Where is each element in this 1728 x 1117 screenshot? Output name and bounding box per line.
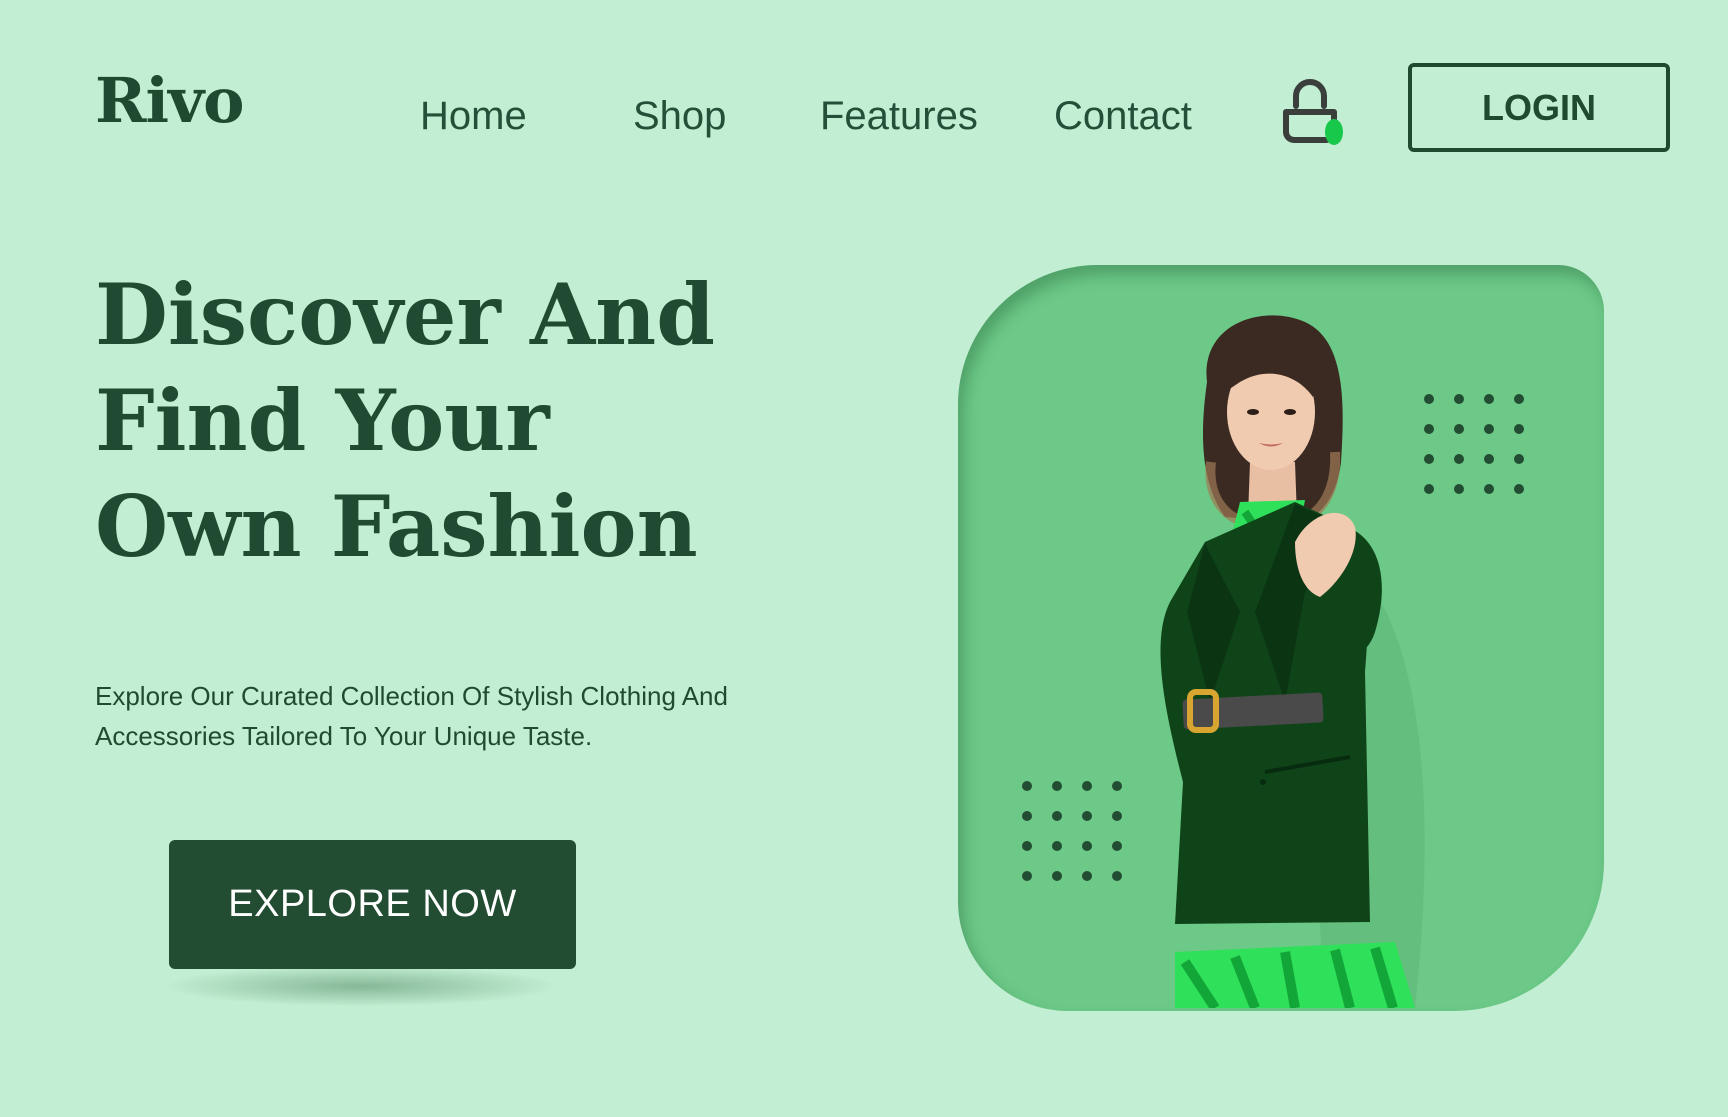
dot-pattern-decoration bbox=[1424, 394, 1524, 494]
cta-shadow bbox=[168, 966, 554, 1006]
nav-item-features[interactable]: Features bbox=[820, 96, 978, 136]
cart-badge-icon bbox=[1325, 119, 1343, 145]
nav-item-contact[interactable]: Contact bbox=[1054, 96, 1192, 136]
nav-item-shop[interactable]: Shop bbox=[633, 96, 726, 136]
hero-title-line: Own Fashion bbox=[95, 477, 698, 576]
cart-button[interactable] bbox=[1278, 76, 1348, 152]
hero-title-line: Discover And bbox=[95, 265, 715, 364]
brand-logo[interactable]: Rivo bbox=[95, 70, 244, 132]
dot-pattern-decoration bbox=[1022, 781, 1122, 881]
nav-item-home[interactable]: Home bbox=[420, 96, 527, 136]
explore-now-button[interactable]: EXPLORE NOW bbox=[169, 840, 576, 969]
hero-title-line: Find Your bbox=[95, 371, 550, 470]
hero-subtitle-line: Accessories Tailored To Your Unique Tast… bbox=[95, 721, 593, 751]
fashion-model-image bbox=[1160, 315, 1425, 1008]
hero-subtitle-line: Explore Our Curated Collection Of Stylis… bbox=[95, 681, 728, 711]
hero-title: Discover And Find Your Own Fashion bbox=[95, 262, 855, 580]
hero-subtitle: Explore Our Curated Collection Of Stylis… bbox=[95, 676, 855, 756]
shopping-bag-icon bbox=[1283, 79, 1343, 145]
login-button[interactable]: LOGIN bbox=[1408, 63, 1670, 152]
